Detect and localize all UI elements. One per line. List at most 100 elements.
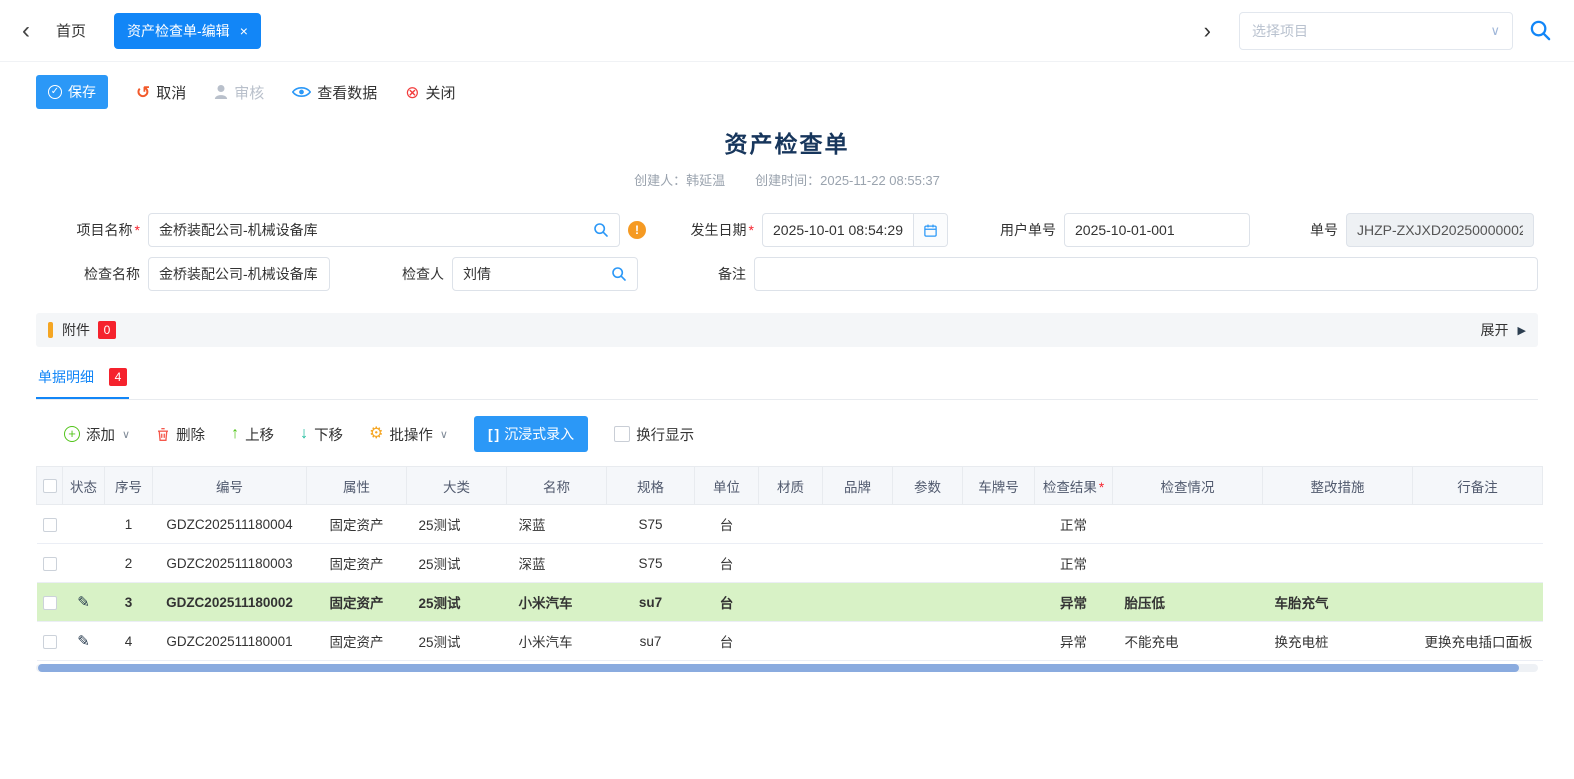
cell-category: 25测试: [407, 583, 507, 622]
view-data-button[interactable]: 查看数据: [292, 82, 377, 103]
tab-active-label: 资产检查单-编辑: [127, 21, 230, 41]
attachment-expand-button[interactable]: 展开 ▶: [1481, 320, 1526, 340]
row-checkbox[interactable]: [43, 557, 57, 571]
created-time-label: 创建时间：: [755, 173, 820, 188]
close-button[interactable]: ⊗ 关闭: [405, 82, 455, 103]
save-label: 保存: [68, 82, 96, 102]
check-name-field[interactable]: [148, 257, 330, 291]
cell-attr: 固定资产: [307, 505, 407, 544]
chevron-down-icon: ∨: [1490, 23, 1500, 39]
cell-result: 正常: [1035, 544, 1113, 583]
detail-grid: 状态序号编号属性大类名称规格单位材质品牌参数车牌号检查结果*检查情况整改措施行备…: [36, 466, 1538, 661]
select-all-checkbox[interactable]: [43, 479, 57, 493]
lookup-search-icon[interactable]: [593, 222, 609, 238]
cell-param: [893, 583, 963, 622]
column-header-condition: 检查情况: [1113, 467, 1263, 505]
grid-toolbar: + 添加 ∨ 删除 ↑ 上移 ↓ 下移 ⚙ 批操作 ∨ [ ] 沉浸式录入 换行…: [0, 400, 1574, 466]
row-checkbox[interactable]: [43, 518, 57, 532]
cell-spec: su7: [607, 622, 695, 661]
table-row[interactable]: ✎3GDZC202511180002固定资产25测试小米汽车su7台异常胎压低车…: [37, 583, 1543, 622]
cancel-label: 取消: [156, 82, 186, 103]
cell-seq: 3: [105, 583, 153, 622]
checker-field[interactable]: [452, 257, 638, 291]
table-row[interactable]: 2GDZC202511180003固定资产25测试深蓝S75台正常: [37, 544, 1543, 583]
cell-code[interactable]: GDZC202511180004: [153, 505, 307, 544]
table-row[interactable]: 1GDZC202511180004固定资产25测试深蓝S75台正常: [37, 505, 1543, 544]
lookup-search-icon[interactable]: [611, 266, 627, 282]
project-select[interactable]: 选择项目 ∨: [1239, 12, 1513, 50]
cell-result: 正常: [1035, 505, 1113, 544]
row-checkbox[interactable]: [43, 596, 57, 610]
tab-close-icon[interactable]: ×: [240, 23, 248, 39]
scrollbar-thumb[interactable]: [38, 664, 1519, 672]
table-row[interactable]: ✎4GDZC202511180001固定资产25测试小米汽车su7台异常不能充电…: [37, 622, 1543, 661]
save-button[interactable]: ✓ 保存: [36, 75, 108, 109]
cell-code[interactable]: GDZC202511180001: [153, 622, 307, 661]
search-icon[interactable]: [1529, 19, 1552, 42]
audit-button[interactable]: 审核: [214, 82, 264, 103]
move-up-button[interactable]: ↑ 上移: [231, 424, 274, 445]
edit-pencil-icon[interactable]: ✎: [77, 633, 90, 650]
user-order-no-input[interactable]: [1075, 222, 1239, 238]
cell-name: 深蓝: [507, 505, 607, 544]
immersive-entry-button[interactable]: [ ] 沉浸式录入: [474, 416, 588, 452]
attachment-bar: 附件 0 展开 ▶: [36, 313, 1538, 347]
cell-code[interactable]: GDZC202511180002: [153, 583, 307, 622]
batch-operation-button[interactable]: ⚙ 批操作 ∨: [369, 424, 448, 445]
person-icon: [214, 84, 228, 100]
cell-param: [893, 505, 963, 544]
chevron-down-icon: ∨: [122, 428, 130, 441]
wrap-display-toggle[interactable]: 换行显示: [614, 424, 694, 445]
cell-param: [893, 622, 963, 661]
project-name-input[interactable]: [159, 222, 593, 238]
checker-input[interactable]: [463, 266, 611, 282]
back-chevron-icon[interactable]: ‹: [22, 19, 30, 43]
cell-category: 25测试: [407, 544, 507, 583]
cell-category: 25测试: [407, 505, 507, 544]
column-header-result: 检查结果*: [1035, 467, 1113, 505]
column-header-spec: 规格: [607, 467, 695, 505]
expand-arrow-icon: ▶: [1518, 324, 1526, 337]
info-icon[interactable]: !: [628, 221, 646, 239]
occur-date-label-text: 发生日期: [691, 222, 747, 238]
grid-body: 1GDZC202511180004固定资产25测试深蓝S75台正常2GDZC20…: [37, 505, 1543, 661]
edit-pencil-icon[interactable]: ✎: [77, 594, 90, 611]
tab-detail[interactable]: 单据明细 4: [36, 367, 129, 399]
wrap-display-checkbox[interactable]: [614, 426, 630, 442]
project-name-field[interactable]: [148, 213, 620, 247]
cell-status: [63, 544, 105, 583]
cell-material: [759, 505, 823, 544]
column-header-plate: 车牌号: [963, 467, 1035, 505]
remark-input[interactable]: [765, 266, 1527, 282]
delete-button[interactable]: 删除: [156, 424, 205, 445]
cell-status: ✎: [63, 583, 105, 622]
column-header-measure: 整改措施: [1263, 467, 1413, 505]
user-order-no-field[interactable]: [1064, 213, 1250, 247]
forward-chevron-icon[interactable]: ›: [1204, 18, 1211, 44]
arrow-up-icon: ↑: [231, 426, 239, 442]
cancel-button[interactable]: ↺ 取消: [136, 82, 186, 103]
cell-brand: [823, 622, 893, 661]
project-select-placeholder: 选择项目: [1252, 21, 1308, 41]
occur-date-input[interactable]: [773, 222, 913, 238]
row-checkbox[interactable]: [43, 635, 57, 649]
remark-field[interactable]: [754, 257, 1538, 291]
tab-home[interactable]: 首页: [56, 20, 86, 41]
check-name-input[interactable]: [159, 266, 319, 282]
cell-material: [759, 544, 823, 583]
column-header-material: 材质: [759, 467, 823, 505]
tab-active[interactable]: 资产检查单-编辑 ×: [114, 13, 261, 49]
expand-label: 展开: [1481, 320, 1509, 340]
move-down-button[interactable]: ↓ 下移: [300, 424, 343, 445]
creator-value: 韩延温: [686, 173, 725, 188]
occur-date-field[interactable]: [762, 213, 948, 247]
cell-remark: [1413, 544, 1543, 583]
calendar-icon[interactable]: [913, 214, 947, 246]
add-button[interactable]: + 添加 ∨: [64, 424, 130, 445]
cell-result: 异常: [1035, 583, 1113, 622]
cell-unit: 台: [695, 505, 759, 544]
remark-label: 备注: [646, 264, 746, 284]
row-select-cell: [37, 544, 63, 583]
cell-code[interactable]: GDZC202511180003: [153, 544, 307, 583]
project-name-label: 项目名称*: [36, 220, 140, 240]
